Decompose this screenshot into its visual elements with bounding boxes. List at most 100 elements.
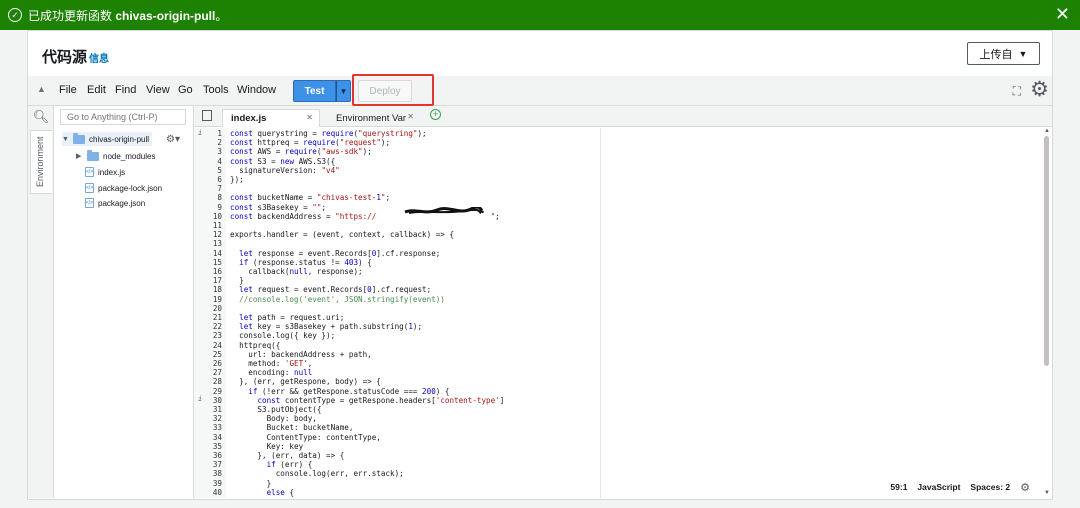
deploy-button[interactable]: Deploy (358, 80, 412, 102)
root-folder-label: chivas-origin-pull (89, 134, 150, 144)
editor-settings-gear-icon[interactable]: ⚙ (1020, 481, 1030, 494)
tree-settings-gear-icon[interactable]: ⚙▾ (166, 134, 180, 145)
code-line[interactable]: url: backendAddress + path, (230, 350, 371, 359)
code-line[interactable]: Key: key (230, 442, 304, 451)
code-line[interactable]: Bucket: bucketName, (230, 423, 354, 432)
code-editor[interactable]: i i 1 2 3 4 5 6 7 8 9 10 11 12 13 14 15 16 17 18 19 20 21 22 2… (194, 128, 1052, 498)
line-number: 3 (217, 147, 222, 157)
code-line[interactable]: }); (230, 175, 244, 184)
upload-from-button[interactable]: 上传自 ▼ (967, 42, 1040, 65)
scroll-down-icon[interactable]: ▼ (1044, 490, 1050, 496)
tree-item-package-lock-json[interactable]: </> package-lock.json (85, 181, 162, 195)
line-number: 17 (212, 276, 222, 286)
code-line[interactable]: httpreq({ (230, 341, 280, 350)
code-line[interactable]: if (err) { (230, 460, 313, 469)
code-line[interactable]: const httpreq = require("request"); (230, 138, 390, 147)
test-button[interactable]: Test (293, 80, 336, 102)
code-line[interactable]: let response = event.Records[0].cf.respo… (230, 249, 440, 258)
go-to-anything-input[interactable] (60, 109, 186, 125)
line-number: 32 (212, 414, 222, 424)
search-icon[interactable]: 🔍︎ (28, 106, 54, 127)
code-line[interactable]: if (response.status != 403) { (230, 258, 372, 267)
code-line[interactable]: const querystring = require("querystring… (230, 129, 427, 138)
collapse-triangle-icon[interactable]: ▲ (37, 84, 46, 94)
menu-file[interactable]: File (59, 84, 77, 96)
code-line[interactable]: console.log(err, err.stack); (230, 469, 404, 478)
code-line[interactable]: if (!err && getRespone.statusCode === 20… (230, 387, 449, 396)
line-number: 14 (212, 248, 222, 258)
menu-window[interactable]: Window (237, 84, 276, 96)
menu-view[interactable]: View (146, 84, 170, 96)
add-tab-icon[interactable]: + (430, 109, 441, 120)
code-line[interactable]: callback(null, response); (230, 267, 362, 276)
info-icon: i (198, 395, 203, 403)
settings-gear-icon[interactable]: ⚙ (1030, 77, 1049, 102)
line-number: 5 (217, 165, 222, 175)
tree-item-package-json[interactable]: </> package.json (85, 196, 145, 210)
tab-list-icon[interactable] (202, 110, 212, 121)
tab-label: index.js (231, 113, 267, 124)
tree-root-folder[interactable]: ▼ chivas-origin-pull (62, 132, 152, 146)
expanded-triangle-icon[interactable]: ▼ (62, 136, 69, 143)
code-line[interactable]: console.log({ key }); (230, 331, 335, 340)
code-line[interactable]: }, (err, data) => { (230, 451, 344, 460)
code-line[interactable]: S3.putObject({ (230, 405, 321, 414)
vertical-scrollbar[interactable] (1044, 136, 1049, 366)
language-mode[interactable]: JavaScript (917, 482, 960, 492)
code-line[interactable]: else { (230, 488, 294, 497)
menu-tools[interactable]: Tools (203, 84, 229, 96)
code-line[interactable]: encoding: null (230, 368, 312, 377)
code-line[interactable]: let path = request.uri; (230, 313, 344, 322)
info-link[interactable]: 信息 (89, 50, 109, 65)
close-tab-icon[interactable]: ✕ (407, 112, 414, 121)
code-line[interactable]: const s3Basekey = ""; (230, 203, 326, 212)
tab-environment-var[interactable]: Environment Var ✕ (328, 109, 420, 127)
json-file-icon: </> (85, 198, 94, 208)
caret-down-icon: ▼ (339, 86, 348, 96)
fullscreen-icon[interactable]: ⛶ (1013, 84, 1021, 99)
code-line[interactable]: ContentType: contentType, (230, 433, 381, 442)
code-line[interactable]: signatureVersion: "v4" (230, 166, 340, 175)
code-line[interactable]: const bucketName = "chivas-test-1"; (230, 193, 390, 202)
tree-item-node-modules[interactable]: ▶ node_modules (76, 149, 155, 163)
code-line[interactable]: } (230, 479, 272, 488)
print-margin (600, 128, 601, 498)
line-number: 7 (217, 184, 222, 194)
menu-find[interactable]: Find (115, 84, 136, 96)
scroll-up-icon[interactable]: ▲ (1044, 128, 1050, 134)
close-icon[interactable]: ✕ (1055, 4, 1070, 25)
menu-go[interactable]: Go (178, 84, 193, 96)
line-number: 37 (212, 460, 222, 470)
cursor-position[interactable]: 59:1 (890, 482, 907, 492)
line-number: 11 (212, 221, 222, 230)
code-line[interactable]: const S3 = new AWS.S3({ (230, 157, 335, 166)
code-line[interactable]: let request = event.Records[0].cf.reques… (230, 285, 431, 294)
info-icon: i (198, 129, 203, 137)
line-number: 24 (212, 340, 222, 350)
environment-tab[interactable]: Environment (30, 130, 52, 194)
tab-index-js[interactable]: index.js ✕ (222, 109, 320, 127)
code-line[interactable]: } (230, 276, 244, 285)
line-number: 35 (212, 441, 222, 451)
code-line[interactable]: Body: body, (230, 414, 317, 423)
tab-label: Environment Var (336, 112, 407, 124)
code-line[interactable]: method: 'GET', (230, 359, 312, 368)
line-number: 28 (212, 377, 222, 387)
code-line[interactable]: const contentType = getRespone.headers['… (230, 396, 504, 405)
indent-setting[interactable]: Spaces: 2 (970, 482, 1010, 492)
upload-from-label: 上传自 (979, 48, 1013, 61)
code-line[interactable]: const AWS = require("aws-sdk"); (230, 147, 372, 156)
line-number: 34 (212, 432, 222, 442)
tree-item-index-js[interactable]: </> index.js (85, 165, 125, 179)
close-tab-icon[interactable]: ✕ (306, 113, 313, 122)
test-dropdown-button[interactable]: ▼ (336, 80, 351, 102)
code-line[interactable]: }, (err, getRespone, body) => { (230, 377, 381, 386)
collapsed-triangle-icon[interactable]: ▶ (76, 152, 83, 160)
line-number: 13 (212, 239, 222, 249)
code-line[interactable]: let key = s3Basekey + path.substring(1); (230, 322, 422, 331)
line-number: 21 (212, 313, 222, 322)
code-line[interactable]: exports.handler = (event, context, callb… (230, 230, 454, 239)
menu-edit[interactable]: Edit (87, 84, 106, 96)
code-line[interactable]: //console.log('event', JSON.stringify(ev… (230, 295, 445, 304)
line-number: 20 (212, 303, 222, 313)
